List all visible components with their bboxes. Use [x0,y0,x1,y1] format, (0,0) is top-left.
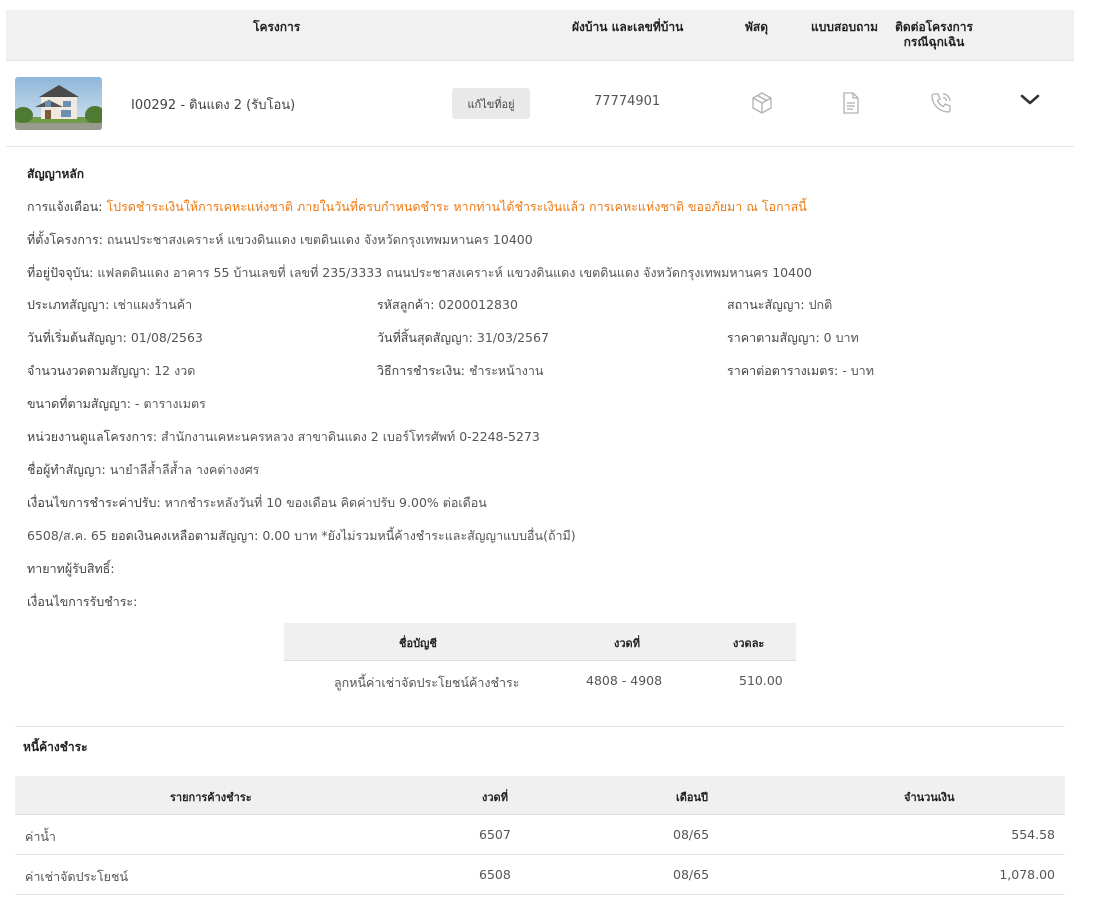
payment-header-period: งวดที่ [614,637,640,650]
end-label: วันที่สิ้นสุดสัญญา: [377,330,473,345]
debt-table: รายการค้างชำระ งวดที่ เดือนปี จำนวนเงิน … [15,776,1065,895]
type-label: ประเภทสัญญา: [27,297,110,312]
table-header: โครงการ ผังบ้าน และเลขที่บ้าน พัสดุ แบบส… [6,10,1074,61]
address-label: ที่อยู่ปัจจุบัน: [27,265,94,280]
unit-line: หน่วยงานดูแลโครงการ: สำนักงานเคหะนครหลวง… [27,427,540,447]
installments-value: 12 งวด [154,363,196,378]
header-plan: ผังบ้าน และเลขที่บ้าน [572,20,684,34]
signer-label: ชื่อผู้ทำสัญญา: [27,462,106,477]
phone-icon[interactable] [929,91,953,115]
notice-label: การแจ้งเตือน: [27,199,103,214]
payment-header-amount: งวดละ [733,637,765,650]
edit-address-button[interactable]: แก้ไขที่อยู่ [452,88,530,119]
payment-header-account: ชื่อบัญชี [399,637,437,650]
signer-line: ชื่อผู้ทำสัญญา: นายําลีส้ำลีส้ำล างคต่าง… [27,460,259,480]
type-value: เช่าแผงร้านค้า [113,297,193,312]
balance-label: ยอดเงินคงเหลือตามสัญญา: [110,528,259,543]
heir-label: ทายาทผู้รับสิทธิ์: [27,561,115,576]
contract-title: สัญญาหลัก [27,167,85,181]
status-line: สถานะสัญญา: ปกติ [727,295,832,315]
debt-amount: 1,078.00 [999,867,1055,882]
chevron-down-icon[interactable] [1018,90,1042,110]
debt-header-period: งวดที่ [482,791,508,804]
end-value: 31/03/2567 [476,330,549,345]
sqm-price-value: - บาท [842,363,874,378]
area-label: ขนาดที่ตามสัญญา: [27,396,132,411]
start-value: 01/08/2563 [130,330,203,345]
package-icon[interactable] [750,91,774,115]
table-row: ลูกหนี้ค่าเช่าจัดประโยชน์ค้างชำระ 4808 -… [284,661,796,701]
house-number: 77774901 [594,94,661,109]
balance-line: 6508/ส.ค. 65 ยอดเงินคงเหลือตามสัญญา: 0.0… [27,526,576,546]
price-label: ราคาตามสัญญา: [727,330,820,345]
balance-prefix: 6508/ส.ค. 65 [27,528,107,543]
price-value: 0 บาท [823,330,859,345]
pay-method-label: วิธีการชำระเงิน: [377,363,466,378]
customer-line: รหัสลูกค้า: 0200012830 [377,295,518,315]
header-project: โครงการ [253,20,301,34]
debt-item: ค่าน้ำ [25,829,56,844]
start-line: วันที่เริ่มต้นสัญญา: 01/08/2563 [27,328,203,348]
area-value: - ตารางเมตร [135,396,206,411]
status-label: สถานะสัญญา: [727,297,805,312]
debt-header-item: รายการค้างชำระ [170,791,252,804]
debt-month: 08/65 [673,827,710,842]
debt-header-month: เดือนปี [676,791,709,804]
debt-table-header: รายการค้างชำระ งวดที่ เดือนปี จำนวนเงิน [15,776,1065,815]
debt-period: 6507 [479,827,511,842]
unit-value: สำนักงานเคหะนครหลวง สาขาดินแดง 2 เบอร์โท… [161,429,540,444]
payment-table: ชื่อบัญชี งวดที่ งวดละ ลูกหนี้ค่าเช่าจัด… [284,623,796,701]
notice-line: การแจ้งเตือน: โปรดชำระเงินให้การเคหะแห่ง… [27,197,807,217]
header-contact-line1: ติดต่อโครงการ [895,20,973,34]
location-value: ถนนประชาสงเคราะห์ แขวงดินแดง เขตดินแดง จ… [106,232,533,247]
sqm-price-line: ราคาต่อตารางเมตร: - บาท [727,361,874,381]
payment-table-header: ชื่อบัญชี งวดที่ งวดละ [284,623,796,661]
sqm-price-label: ราคาต่อตารางเมตร: [727,363,839,378]
house-thumbnail [15,77,102,130]
penalty-label: เงื่อนไขการชำระค่าปรับ: [27,495,161,510]
header-parcel: พัสดุ [745,20,769,34]
end-line: วันที่สิ้นสุดสัญญา: 31/03/2567 [377,328,549,348]
table-row: ค่าน้ำ 6507 08/65 554.58 [15,815,1065,855]
type-line: ประเภทสัญญา: เช่าแผงร้านค้า [27,295,192,315]
start-label: วันที่เริ่มต้นสัญญา: [27,330,127,345]
debt-month: 08/65 [673,867,710,882]
address-line: ที่อยู่ปัจจุบัน: แฟลตดินแดง อาคาร 55 บ้า… [27,263,812,283]
header-contact: ติดต่อโครงการ กรณีฉุกเฉิน [890,20,978,50]
unit-label: หน่วยงานดูแลโครงการ: [27,429,158,444]
header-contact-line2: กรณีฉุกเฉิน [903,35,965,49]
signer-value: นายําลีส้ำลีส้ำล างคต่างงศร [109,462,260,477]
customer-value: 0200012830 [438,297,518,312]
debt-amount: 554.58 [1011,827,1055,842]
payment-amount: 510.00 [739,673,783,688]
section-divider [15,726,1065,727]
location-line: ที่ตั้งโครงการ: ถนนประชาสงเคราะห์ แขวงดิ… [27,230,533,250]
installments-line: จำนวนงวดตามสัญญา: 12 งวด [27,361,195,381]
location-label: ที่ตั้งโครงการ: [27,232,103,247]
project-name[interactable]: I00292 - ดินแดง 2 (รับโอน) [131,94,295,115]
receive-label: เงื่อนไขการรับชำระ: [27,594,138,609]
payment-period: 4808 - 4908 [586,673,663,688]
area-line: ขนาดที่ตามสัญญา: - ตารางเมตร [27,394,206,414]
debt-header-amount: จำนวนเงิน [904,791,955,804]
pay-method-value: ชำระหน้างาน [469,363,544,378]
table-row: ค่าเช่าจัดประโยชน์ 6508 08/65 1,078.00 [15,855,1065,895]
debt-item: ค่าเช่าจัดประโยชน์ [25,869,129,884]
debt-title: หนี้ค้างชำระ [23,740,88,754]
customer-label: รหัสลูกค้า: [377,297,435,312]
debt-period: 6508 [479,867,511,882]
address-value: แฟลตดินแดง อาคาร 55 บ้านเลขที่ เลขที่ 23… [97,265,812,280]
installments-label: จำนวนงวดตามสัญญา: [27,363,151,378]
status-value: ปกติ [808,297,833,312]
balance-value: 0.00 บาท *ยังไม่รวมหนี้ค้างชำระและสัญญาแ… [262,528,576,543]
penalty-line: เงื่อนไขการชำระค่าปรับ: หากชำระหลังวันที… [27,493,487,513]
price-line: ราคาตามสัญญา: 0 บาท [727,328,859,348]
header-survey: แบบสอบถาม [811,20,879,34]
payment-account: ลูกหนี้ค่าเช่าจัดประโยชน์ค้างชำระ [334,675,520,690]
notice-text: โปรดชำระเงินให้การเคหะแห่งชาติ ภายในวันท… [106,199,807,214]
document-icon[interactable] [839,91,863,115]
penalty-value: หากชำระหลังวันที่ 10 ของเดือน คิดค่าปรับ… [164,495,487,510]
pay-method-line: วิธีการชำระเงิน: ชำระหน้างาน [377,361,543,381]
